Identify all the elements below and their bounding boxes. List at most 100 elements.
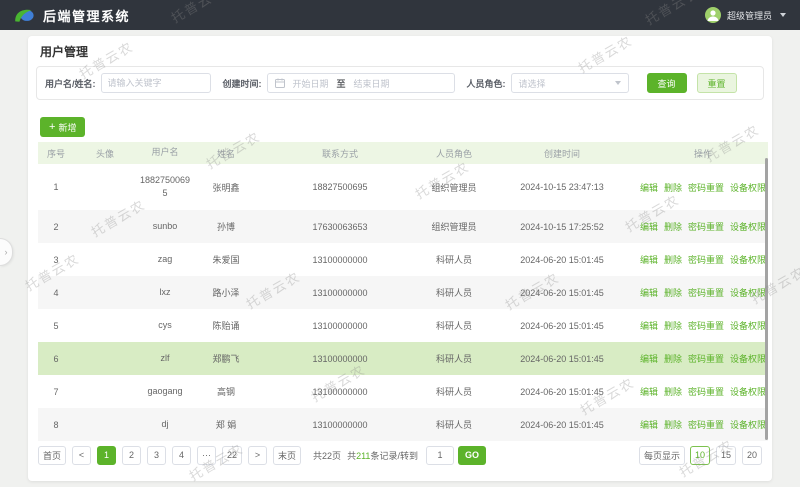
page-button-1[interactable]: 1 [97, 446, 116, 465]
cell-created: 2024-10-15 17:25:52 [486, 210, 638, 243]
delete-link[interactable]: 删除 [664, 352, 682, 365]
reset-password-link[interactable]: 密码重置 [688, 286, 724, 299]
delete-link[interactable]: 删除 [664, 253, 682, 266]
cell-avatar [74, 375, 136, 408]
user-avatar[interactable] [705, 7, 721, 23]
delete-link[interactable]: 删除 [664, 286, 682, 299]
page-button-22[interactable]: 22 [222, 446, 242, 465]
edit-link[interactable]: 编辑 [640, 319, 658, 332]
app-logo-icon [14, 7, 34, 24]
device-permission-link[interactable]: 设备权限 [730, 319, 766, 332]
page-button-2[interactable]: 2 [122, 446, 141, 465]
reset-password-link[interactable]: 密码重置 [688, 319, 724, 332]
edit-link[interactable]: 编辑 [640, 352, 658, 365]
cell-role: 科研人员 [422, 342, 486, 375]
device-permission-link[interactable]: 设备权限 [730, 385, 766, 398]
table-row[interactable]: 5 cys 陈贻诵 13100000000 科研人员 2024-06-20 15… [38, 309, 768, 342]
cell-username: 18827500695 [136, 164, 194, 210]
first-page-button[interactable]: 首页 [38, 446, 66, 465]
goto-page-input[interactable] [426, 446, 454, 465]
cell-created: 2024-06-20 15:01:45 [486, 276, 638, 309]
search-button[interactable]: 查询 [647, 73, 687, 93]
delete-link[interactable]: 删除 [664, 220, 682, 233]
ellipsis-button[interactable]: ··· [197, 446, 216, 465]
cell-created: 2024-06-20 15:01:45 [486, 375, 638, 408]
table-row[interactable]: 4 lxz 路小泽 13100000000 科研人员 2024-06-20 15… [38, 276, 768, 309]
delete-link[interactable]: 删除 [664, 181, 682, 194]
role-select[interactable]: 请选择 [511, 73, 629, 93]
edit-link[interactable]: 编辑 [640, 418, 658, 431]
chevron-down-icon [780, 13, 786, 17]
device-permission-link[interactable]: 设备权限 [730, 418, 766, 431]
reset-password-link[interactable]: 密码重置 [688, 385, 724, 398]
col-name: 姓名 [194, 142, 258, 164]
edit-link[interactable]: 编辑 [640, 286, 658, 299]
last-page-button[interactable]: 末页 [273, 446, 301, 465]
table-row[interactable]: 7 gaogang 高钢 13100000000 科研人员 2024-06-20… [38, 375, 768, 408]
table-row[interactable]: 1 18827500695 张明鑫 18827500695 组织管理员 2024… [38, 164, 768, 210]
cell-avatar [74, 164, 136, 210]
col-created: 创建时间 [486, 142, 638, 164]
cell-contact: 13100000000 [258, 243, 422, 276]
table-row[interactable]: 2 sunbo 孙博 17630063653 组织管理员 2024-10-15 … [38, 210, 768, 243]
cell-index: 5 [38, 309, 74, 342]
edit-link[interactable]: 编辑 [640, 253, 658, 266]
table-row[interactable]: 8 dj 郑 娟 13100000000 科研人员 2024-06-20 15:… [38, 408, 768, 441]
cell-index: 4 [38, 276, 74, 309]
edit-link[interactable]: 编辑 [640, 181, 658, 194]
delete-link[interactable]: 删除 [664, 418, 682, 431]
device-permission-link[interactable]: 设备权限 [730, 286, 766, 299]
col-index: 序号 [38, 142, 74, 164]
page-size-15[interactable]: 15 [716, 446, 736, 465]
top-header: 后端管理系统 超级管理员 [0, 0, 800, 30]
device-permission-link[interactable]: 设备权限 [730, 253, 766, 266]
table-row-highlighted[interactable]: 6 zlf 郑鹏飞 13100000000 科研人员 2024-06-20 15… [38, 342, 768, 375]
end-date-placeholder[interactable]: 结束日期 [354, 77, 390, 90]
user-menu[interactable]: 超级管理员 [705, 7, 786, 23]
page-size-20[interactable]: 20 [742, 446, 762, 465]
person-icon [705, 7, 721, 23]
reset-password-link[interactable]: 密码重置 [688, 220, 724, 233]
records-suffix: 条记录/转到 [370, 451, 418, 461]
page-button-3[interactable]: 3 [147, 446, 166, 465]
start-date-placeholder[interactable]: 开始日期 [293, 77, 329, 90]
cell-name: 陈贻诵 [194, 309, 258, 342]
reset-password-link[interactable]: 密码重置 [688, 253, 724, 266]
delete-link[interactable]: 删除 [664, 385, 682, 398]
cell-role: 科研人员 [422, 276, 486, 309]
reset-button[interactable]: 重置 [697, 73, 737, 93]
vertical-scrollbar[interactable] [765, 158, 768, 440]
edit-link[interactable]: 编辑 [640, 220, 658, 233]
device-permission-link[interactable]: 设备权限 [730, 220, 766, 233]
add-user-button[interactable]: + 新增 [40, 117, 85, 137]
go-button[interactable]: GO [458, 446, 486, 465]
next-page-button[interactable]: > [248, 446, 267, 465]
page-size-label: 每页显示 [639, 446, 685, 465]
device-permission-link[interactable]: 设备权限 [730, 352, 766, 365]
delete-link[interactable]: 删除 [664, 319, 682, 332]
cell-index: 3 [38, 243, 74, 276]
date-range-picker[interactable]: 开始日期 至 结束日期 [267, 73, 455, 93]
user-name: 超级管理员 [727, 9, 772, 22]
edit-link[interactable]: 编辑 [640, 385, 658, 398]
keyword-input[interactable] [101, 73, 211, 93]
chevron-down-icon [615, 81, 621, 85]
sidebar-expand-toggle[interactable]: › [0, 238, 13, 266]
date-to-label: 至 [337, 77, 346, 90]
device-permission-link[interactable]: 设备权限 [730, 181, 766, 194]
reset-password-link[interactable]: 密码重置 [688, 418, 724, 431]
cell-username: lxz [136, 276, 194, 309]
reset-password-link[interactable]: 密码重置 [688, 352, 724, 365]
app-title: 后端管理系统 [43, 6, 130, 25]
page-button-4[interactable]: 4 [172, 446, 191, 465]
username-filter-label: 用户名/姓名: [45, 77, 96, 90]
cell-index: 8 [38, 408, 74, 441]
page-size-10[interactable]: 10 [690, 446, 710, 465]
page-title: 用户管理 [40, 43, 88, 60]
table-row[interactable]: 3 zag 朱爱国 13100000000 科研人员 2024-06-20 15… [38, 243, 768, 276]
reset-password-link[interactable]: 密码重置 [688, 181, 724, 194]
prev-page-button[interactable]: < [72, 446, 91, 465]
cell-index: 6 [38, 342, 74, 375]
cell-index: 7 [38, 375, 74, 408]
cell-name: 郑鹏飞 [194, 342, 258, 375]
